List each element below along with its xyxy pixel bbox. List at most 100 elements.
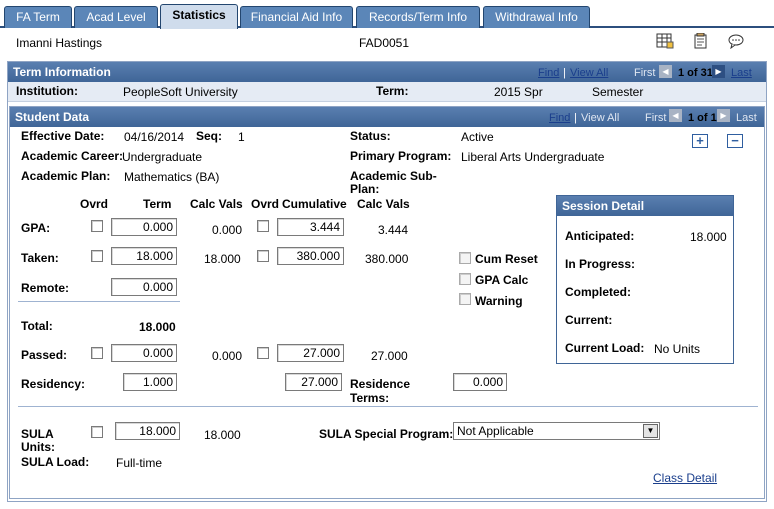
term-info-title: Term Information [13,65,111,79]
academic-career-label: Academic Career: [21,149,124,163]
taken-cum-calc: 380.000 [365,252,409,266]
student-id: FAD0051 [359,36,410,50]
sula-special-program-value: Not Applicable [457,424,534,438]
chevron-down-icon[interactable]: ▼ [643,424,658,438]
passed-term-override-checkbox[interactable] [91,347,103,359]
residence-terms-input[interactable]: 0.000 [453,373,507,391]
sd-separator: | [574,112,577,124]
primary-program-value: Liberal Arts Undergraduate [461,150,605,164]
warning-checkbox[interactable] [459,293,471,305]
col-term: Term [143,197,172,211]
passed-term-input[interactable]: 0.000 [111,344,177,362]
sd-first-label: First [645,112,667,124]
notepad-icon[interactable] [692,32,710,49]
residency-term-input[interactable]: 1.000 [123,373,177,391]
tab-financial-aid-info[interactable]: Financial Aid Info [240,6,353,28]
tab-acad-level[interactable]: Acad Level [74,6,158,28]
sd-last-label: Last [736,112,757,124]
col-ovrd-term: Ovrd [80,197,109,211]
effective-date-label: Effective Date: [21,129,105,143]
sula-units-label-line1: SULA [21,427,54,441]
term-separator: | [563,67,566,79]
academic-plan-value: Mathematics (BA) [124,170,220,184]
sula-units-label-line2: Units: [21,440,55,454]
sd-next-arrow-icon[interactable]: ▶ [717,109,730,122]
col-cumulative: Cumulative [282,197,347,211]
residence-terms-label-line2: Terms: [350,391,390,405]
academic-subplan-label-line1: Academic Sub- [350,169,437,183]
class-detail-link[interactable]: Class Detail [653,471,717,485]
student-data-title: Student Data [15,110,90,124]
effective-date-value: 04/16/2014 [124,130,185,144]
sula-special-program-select[interactable]: Not Applicable ▼ [453,422,660,440]
residency-cum-input[interactable]: 27.000 [285,373,342,391]
primary-program-label: Primary Program: [350,149,452,163]
grid-icon[interactable] [656,33,674,49]
current-label: Current: [565,313,613,327]
term-view-all-link[interactable]: View All [570,67,608,79]
term-last-link[interactable]: Last [731,67,752,79]
sula-divider [18,406,758,407]
passed-cum-override-checkbox[interactable] [257,347,269,359]
residency-label: Residency: [21,377,86,391]
passed-cum-input[interactable]: 27.000 [277,344,344,362]
sula-units-override-checkbox[interactable] [91,426,103,438]
taken-label: Taken: [21,251,59,265]
academic-subplan-label-line2: Plan: [350,182,380,196]
tab-records-term-info[interactable]: Records/Term Info [356,6,480,28]
sd-prev-arrow-icon[interactable]: ◀ [669,109,682,122]
sula-units-input[interactable]: 18.000 [115,422,180,440]
tab-withdrawal-info[interactable]: Withdrawal Info [483,6,590,28]
completed-label: Completed: [565,285,631,299]
gpa-term-calc: 0.000 [212,223,243,237]
tab-statistics[interactable]: Statistics [160,4,238,29]
tab-fa-term[interactable]: FA Term [4,6,72,28]
gpa-term-override-checkbox[interactable] [91,220,103,232]
session-detail-header: Session Detail [557,196,733,216]
term-first-label: First [634,67,656,79]
academic-plan-label: Academic Plan: [21,169,111,183]
session-detail-title: Session Detail [562,199,645,213]
passed-cum-calc: 27.000 [371,349,408,363]
institution-label: Institution: [16,84,78,98]
total-label: Total: [21,319,53,333]
sula-units-calc: 18.000 [204,428,241,442]
passed-label: Passed: [21,348,68,362]
term-value: 2015 Spr [494,85,543,99]
taken-term-input[interactable]: 18.000 [111,247,177,265]
taken-term-calc: 18.000 [204,252,241,266]
gpa-cum-input[interactable]: 3.444 [277,218,344,236]
warning-label: Warning [475,294,523,308]
passed-term-calc: 0.000 [212,349,243,363]
taken-term-override-checkbox[interactable] [91,250,103,262]
sula-load-value: Full-time [116,456,163,470]
col-calc-vals-term: Calc Vals [190,197,243,211]
col-ovrd-cum: Ovrd [251,197,280,211]
sd-view-all: View All [581,112,620,124]
anticipated-label: Anticipated: [565,229,635,243]
sd-find-link[interactable]: Find [549,112,570,124]
term-find-link[interactable]: Find [538,67,559,79]
taken-cum-override-checkbox[interactable] [257,250,269,262]
term-next-arrow-icon[interactable]: ▶ [712,65,725,78]
gpa-calc-checkbox[interactable] [459,273,471,285]
status-value: Active [461,130,494,144]
cum-reset-checkbox[interactable] [459,252,471,264]
gpa-term-input[interactable]: 0.000 [111,218,177,236]
add-row-button[interactable]: + [692,134,708,148]
remote-term-input[interactable]: 0.000 [111,278,177,296]
chat-bubble-icon[interactable] [727,33,745,50]
term-count: 1 of 31 [678,67,713,79]
taken-cum-input[interactable]: 380.000 [277,247,344,265]
anticipated-value: 18.000 [690,230,727,244]
sd-count: 1 of 1 [688,112,717,124]
gpa-cum-override-checkbox[interactable] [257,220,269,232]
term-prev-arrow-icon[interactable]: ◀ [659,65,672,78]
session-detail-panel [556,195,734,364]
residence-terms-label-line1: Residence [350,377,411,391]
delete-row-button[interactable]: − [727,134,743,148]
seq-value: 1 [238,130,245,144]
student-name: Imanni Hastings [16,36,103,50]
seq-label: Seq: [196,129,223,143]
remote-label: Remote: [21,281,70,295]
